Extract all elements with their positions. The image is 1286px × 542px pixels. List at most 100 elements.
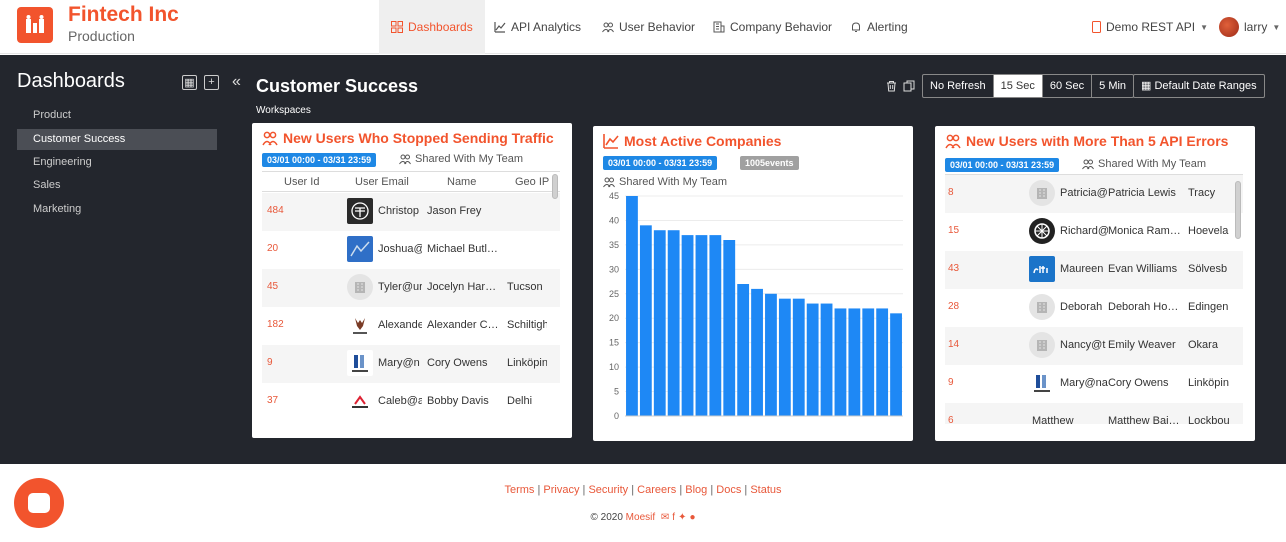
user-id-link[interactable]: 14 [948, 339, 959, 350]
footer-link-docs[interactable]: Docs [716, 484, 741, 496]
environment-name[interactable]: Production [68, 28, 135, 44]
date-range-badge[interactable]: 03/01 00:00 - 03/31 23:59 [262, 153, 377, 167]
table-row[interactable]: 9 Mary@na Cory Owens Linköpin [945, 365, 1243, 403]
user-id-link[interactable]: 9 [948, 377, 954, 388]
bar[interactable] [820, 303, 833, 416]
bar[interactable] [848, 308, 861, 416]
column-header-user-id[interactable]: User Id [284, 176, 319, 188]
footer-link-careers[interactable]: Careers [637, 484, 676, 496]
table-row[interactable]: 45 Tyler@ur Jocelyn Har… Tucson [262, 269, 560, 307]
org-name[interactable]: Fintech Inc [68, 3, 179, 27]
bar[interactable] [667, 230, 680, 416]
footer-link-status[interactable]: Status [750, 484, 781, 496]
user-id-link[interactable]: 28 [948, 301, 959, 312]
sidebar-item-sales[interactable]: Sales [17, 175, 217, 196]
bar[interactable] [751, 288, 763, 416]
footer-link-terms[interactable]: Terms [504, 484, 534, 496]
sidebar-item-product[interactable]: Product [17, 105, 217, 126]
chat-launcher-button[interactable] [14, 478, 64, 528]
bar[interactable] [626, 196, 638, 416]
table-row[interactable]: 15 Richard@ Monica Ram… Hoevela [945, 213, 1243, 251]
user-id-link[interactable]: 8 [948, 187, 954, 198]
table-row[interactable]: 484 Christop Jason Frey [262, 193, 560, 231]
table-row[interactable]: 14 Nancy@t Emily Weaver Okara [945, 327, 1243, 365]
trash-icon[interactable] [882, 77, 900, 95]
calendar-icon[interactable]: ▦ [182, 74, 197, 90]
bar[interactable] [737, 284, 750, 416]
user-id-link[interactable]: 9 [267, 357, 273, 368]
shared-with-team: Shared With My Team [1082, 158, 1206, 170]
user-id-link[interactable]: 37 [267, 395, 278, 406]
email-icon[interactable]: ✉ [661, 512, 669, 523]
table-row[interactable]: 9 Mary@n Cory Owens Linköpin [262, 345, 560, 383]
bar[interactable] [806, 303, 819, 416]
bar[interactable] [709, 235, 722, 416]
api-app-selector[interactable]: Demo REST API ▼ [1092, 0, 1208, 54]
twitter-icon[interactable]: ✦ [678, 512, 686, 523]
nav-dashboards[interactable]: Dashboards [379, 0, 485, 54]
bar[interactable] [695, 235, 708, 416]
chevron-down-icon: ▼ [1272, 22, 1281, 32]
sidebar-item-engineering[interactable]: Engineering [17, 152, 217, 173]
bar[interactable] [723, 240, 736, 416]
date-range-badge[interactable]: 03/01 00:00 - 03/31 23:59 [945, 158, 1060, 172]
nav-company-behavior[interactable]: Company Behavior [701, 0, 844, 54]
moesif-link[interactable]: Moesif [626, 512, 655, 523]
card-title[interactable]: Most Active Companies [603, 133, 781, 149]
refresh-option-none[interactable]: No Refresh [923, 75, 994, 97]
user-id-link[interactable]: 182 [267, 319, 284, 330]
user-menu[interactable]: larry ▼ [1219, 0, 1280, 54]
column-header-name[interactable]: Name [447, 176, 476, 188]
add-dashboard-icon[interactable]: + [204, 74, 219, 90]
table-row[interactable]: 28 Deborah Deborah Ho… Edingen [945, 289, 1243, 327]
table-row[interactable]: 8 Patricia@ Patricia Lewis Tracy [945, 175, 1243, 213]
bar[interactable] [834, 308, 847, 416]
facebook-icon[interactable]: f [672, 512, 675, 523]
refresh-option-5min[interactable]: 5 Min [1092, 75, 1133, 97]
default-date-ranges-button[interactable]: ▦ Default Date Ranges [1133, 74, 1265, 98]
bar[interactable] [778, 298, 791, 416]
collapse-sidebar-icon[interactable]: « [232, 73, 241, 91]
copy-icon[interactable] [900, 77, 918, 95]
column-header-geo-ip[interactable]: Geo IP [515, 176, 549, 188]
table-row[interactable]: 37 Caleb@a Bobby Davis Delhi [262, 383, 560, 411]
refresh-option-15sec[interactable]: 15 Sec [993, 75, 1043, 97]
table-row[interactable]: 43 Maureen Evan Williams Sölvesb [945, 251, 1243, 289]
bar[interactable] [653, 230, 666, 416]
refresh-option-60sec[interactable]: 60 Sec [1043, 75, 1093, 97]
workspaces-label[interactable]: Workspaces [256, 105, 311, 116]
nav-api-analytics[interactable]: API Analytics [482, 0, 593, 54]
user-id-link[interactable]: 484 [267, 205, 284, 216]
table-scrollbar[interactable] [552, 174, 558, 199]
bar[interactable] [639, 225, 652, 416]
bar[interactable] [681, 235, 694, 416]
nav-alerting[interactable]: Alerting [838, 0, 920, 54]
card-title[interactable]: New Users Who Stopped Sending Traffic [262, 130, 554, 146]
sidebar-item-customer-success[interactable]: Customer Success [17, 129, 217, 150]
bar[interactable] [890, 313, 902, 416]
sidebar-item-marketing[interactable]: Marketing [17, 199, 217, 220]
user-id-link[interactable]: 15 [948, 225, 959, 236]
column-header-user-email[interactable]: User Email [355, 176, 409, 188]
nav-company-behavior-label: Company Behavior [730, 20, 833, 34]
date-range-badge[interactable]: 03/01 00:00 - 03/31 23:59 [603, 156, 718, 170]
card-title[interactable]: New Users with More Than 5 API Errors [945, 133, 1228, 149]
user-id-link[interactable]: 43 [948, 263, 959, 274]
bar[interactable] [876, 308, 889, 416]
bar[interactable] [862, 308, 875, 416]
user-id-link[interactable]: 6 [948, 415, 954, 424]
nav-user-behavior[interactable]: User Behavior [590, 0, 707, 54]
moesif-logo-icon[interactable] [17, 7, 53, 43]
footer-link-security[interactable]: Security [588, 484, 628, 496]
footer-link-blog[interactable]: Blog [685, 484, 707, 496]
user-id-link[interactable]: 45 [267, 281, 278, 292]
table-row[interactable]: 20 Joshua@ Michael Butl… [262, 231, 560, 269]
table-row[interactable]: 6 Matthew Matthew Bai… Lockbou [945, 403, 1243, 424]
user-id-link[interactable]: 20 [267, 243, 278, 254]
bar[interactable] [765, 293, 777, 416]
bar[interactable] [792, 298, 805, 416]
table-row[interactable]: 182 Alexande Alexander C… Schiltigh [262, 307, 560, 345]
table-scrollbar[interactable] [1235, 181, 1241, 239]
github-icon[interactable]: ● [689, 512, 695, 523]
footer-link-privacy[interactable]: Privacy [543, 484, 579, 496]
